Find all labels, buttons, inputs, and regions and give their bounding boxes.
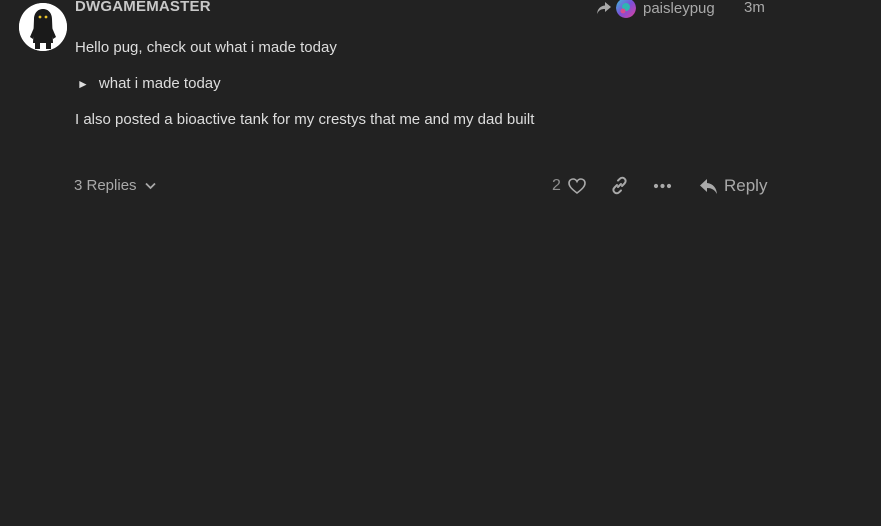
reply-button[interactable]: Reply bbox=[699, 176, 767, 196]
reply-arrow-icon bbox=[700, 178, 717, 194]
reply-button-label: Reply bbox=[724, 176, 768, 195]
post-body-line: Hello pug, check out what i made today bbox=[75, 39, 337, 56]
details-summary-label: what i made today bbox=[98, 75, 221, 92]
post-username[interactable]: DWGAMEMASTER bbox=[75, 0, 211, 15]
user-avatar[interactable] bbox=[19, 3, 67, 51]
heart-icon[interactable] bbox=[567, 176, 587, 196]
share-arrow-icon bbox=[597, 2, 611, 14]
post-date[interactable]: 3m bbox=[744, 0, 765, 16]
replies-count-label: 3 Replies bbox=[74, 177, 137, 194]
details-summary[interactable]: ► what i made today bbox=[75, 75, 221, 92]
reply-to-indicator[interactable]: paisleypug bbox=[596, 0, 715, 18]
disclosure-triangle-icon: ► bbox=[77, 76, 89, 91]
link-icon[interactable] bbox=[610, 176, 629, 195]
ellipsis-icon[interactable] bbox=[653, 180, 672, 192]
like-count[interactable]: 2 bbox=[552, 177, 561, 195]
reply-to-username: paisleypug bbox=[643, 0, 715, 17]
post-body-line: I also posted a bioactive tank for my cr… bbox=[75, 111, 535, 128]
reply-to-avatar bbox=[616, 0, 636, 18]
topic-post: DWGAMEMASTER paisleypug 3m Hello pug, ch… bbox=[0, 0, 881, 526]
chevron-down-icon bbox=[144, 182, 156, 189]
show-replies-button[interactable]: 3 Replies bbox=[74, 177, 156, 194]
